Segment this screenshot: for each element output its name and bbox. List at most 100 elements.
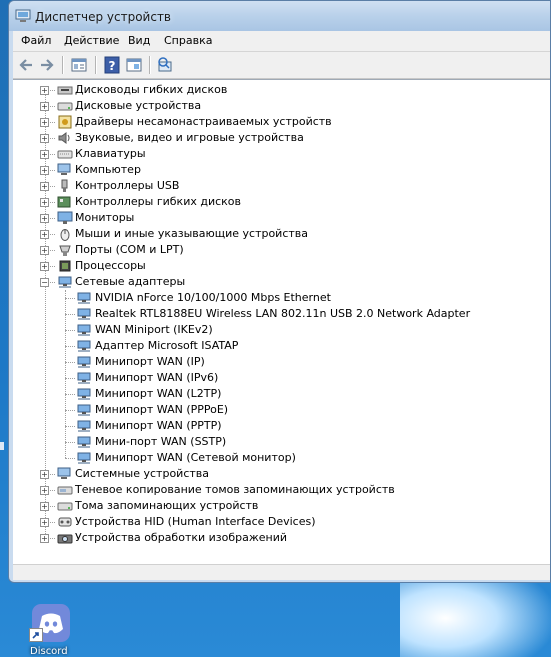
tree-category[interactable]: + Звуковые, видео и игровые устройства xyxy=(13,130,550,146)
show-hidden-icon[interactable] xyxy=(125,56,143,74)
network-adapter-item[interactable]: Мини-порт WAN (SSTP) xyxy=(13,434,550,450)
network-adapter-item[interactable]: NVIDIA nForce 10/100/1000 Mbps Ethernet xyxy=(13,290,550,306)
device-manager-icon xyxy=(15,9,31,22)
expand-toggle[interactable]: + xyxy=(40,470,49,479)
toolbar-separator xyxy=(149,56,151,74)
expand-toggle[interactable]: + xyxy=(40,198,49,207)
tree-category-expanded[interactable]: − Сетевые адаптеры xyxy=(13,274,550,290)
network-adapter-item[interactable]: WAN Miniport (IKEv2) xyxy=(13,322,550,338)
tree-category[interactable]: + Порты (COM и LPT) xyxy=(13,242,550,258)
network-adapter-item[interactable]: Минипорт WAN (PPTP) xyxy=(13,418,550,434)
menu-file[interactable]: Файл xyxy=(21,34,51,47)
back-icon[interactable] xyxy=(17,56,35,74)
processor-icon xyxy=(59,260,71,272)
tree-category[interactable]: + Теневое копирование томов запоминающих… xyxy=(13,482,550,498)
tree-category-label: Звуковые, видео и игровые устройства xyxy=(75,131,304,144)
title-bar[interactable]: Диспетчер устройств xyxy=(9,1,550,31)
network-adapter-item[interactable]: Минипорт WAN (IP) xyxy=(13,354,550,370)
tree-category[interactable]: + Драйверы несамонастраиваемых устройств xyxy=(13,114,550,130)
network-adapter-item[interactable]: Адаптер Microsoft ISATAP xyxy=(13,338,550,354)
network-adapter-item[interactable]: Минипорт WAN (Сетевой монитор) xyxy=(13,450,550,466)
expand-toggle[interactable]: + xyxy=(40,214,49,223)
expand-toggle[interactable]: + xyxy=(40,518,49,527)
device-label: Мини-порт WAN (SSTP) xyxy=(95,435,227,448)
expand-toggle[interactable]: + xyxy=(40,118,49,127)
device-label: Минипорт WAN (Сетевой монитор) xyxy=(95,451,296,464)
tree-category-label: Устройства HID (Human Interface Devices) xyxy=(75,515,316,528)
tree-category[interactable]: + Клавиатуры xyxy=(13,146,550,162)
expand-toggle[interactable]: + xyxy=(40,134,49,143)
network-adapter-icon xyxy=(77,404,91,416)
non-pnp-driver-icon xyxy=(58,115,72,129)
collapse-toggle[interactable]: − xyxy=(40,278,49,287)
device-label: Минипорт WAN (IPv6) xyxy=(95,371,219,384)
expand-toggle[interactable]: + xyxy=(40,150,49,159)
tree-category-label: Мониторы xyxy=(75,211,135,224)
tree-category-label: Мыши и иные указывающие устройства xyxy=(75,227,309,240)
network-adapter-icon xyxy=(77,452,91,464)
network-adapter-icon xyxy=(77,372,91,384)
expand-toggle[interactable]: + xyxy=(40,230,49,239)
desktop-edge-fragment xyxy=(0,442,4,450)
imaging-device-icon xyxy=(57,534,73,544)
network-adapter-item[interactable]: Минипорт WAN (PPPoE) xyxy=(13,402,550,418)
system-device-icon xyxy=(57,467,71,479)
network-adapter-icon xyxy=(77,436,91,448)
network-adapter-item[interactable]: Realtek RTL8188EU Wireless LAN 802.11n U… xyxy=(13,306,550,322)
expand-toggle[interactable]: + xyxy=(40,102,49,111)
shortcut-arrow-icon xyxy=(29,628,43,642)
tree-category[interactable]: + Мыши и иные указывающие устройства xyxy=(13,226,550,242)
device-label: Realtek RTL8188EU Wireless LAN 802.11n U… xyxy=(95,307,471,320)
menu-view[interactable]: Вид xyxy=(128,34,150,47)
tree-category[interactable]: + Системные устройства xyxy=(13,466,550,482)
expand-toggle[interactable]: + xyxy=(40,502,49,511)
help-icon[interactable]: ? xyxy=(103,56,121,74)
tree-category[interactable]: + Компьютер xyxy=(13,162,550,178)
device-label: WAN Miniport (IKEv2) xyxy=(95,323,213,336)
forward-icon[interactable] xyxy=(38,56,56,74)
toolbar: ? xyxy=(13,52,550,79)
tree-category-label: Клавиатуры xyxy=(75,147,146,160)
expand-toggle[interactable]: + xyxy=(40,166,49,175)
tree-category[interactable]: + Тома запоминающих устройств xyxy=(13,498,550,514)
network-adapter-item[interactable]: Минипорт WAN (IPv6) xyxy=(13,370,550,386)
expand-toggle[interactable]: + xyxy=(40,534,49,543)
network-adapter-icon xyxy=(77,340,91,352)
menu-bar: Файл Действие Вид Справка xyxy=(13,31,550,52)
expand-toggle[interactable]: + xyxy=(40,486,49,495)
menu-action[interactable]: Действие xyxy=(64,34,119,47)
network-adapter-icon xyxy=(77,292,91,304)
scan-hardware-icon[interactable] xyxy=(156,56,174,74)
device-label: Минипорт WAN (PPPoE) xyxy=(95,403,229,416)
expand-toggle[interactable]: + xyxy=(40,182,49,191)
monitor-icon xyxy=(57,211,73,224)
device-label: NVIDIA nForce 10/100/1000 Mbps Ethernet xyxy=(95,291,331,304)
tree-category[interactable]: + Дисковые устройства xyxy=(13,98,550,114)
network-adapter-icon xyxy=(77,356,91,368)
toolbar-separator xyxy=(95,56,97,74)
tree-category[interactable]: + Устройства обработки изображений xyxy=(13,530,550,546)
tree-category[interactable]: + Дисководы гибких дисков xyxy=(13,82,550,98)
expand-toggle[interactable]: + xyxy=(40,86,49,95)
tree-category[interactable]: + Контроллеры USB xyxy=(13,178,550,194)
tree-category[interactable]: + Мониторы xyxy=(13,210,550,226)
expand-toggle[interactable]: + xyxy=(40,246,49,255)
tree-category[interactable]: + Контроллеры гибких дисков xyxy=(13,194,550,210)
tree-category-label: Тома запоминающих устройств xyxy=(75,499,259,512)
tree-category-label: Системные устройства xyxy=(75,467,209,480)
window-title: Диспетчер устройств xyxy=(35,10,172,24)
device-label: Минипорт WAN (PPTP) xyxy=(95,419,222,432)
properties-icon[interactable] xyxy=(70,56,88,74)
expand-toggle[interactable]: + xyxy=(40,262,49,271)
tree-category-label: Дисковые устройства xyxy=(75,99,202,112)
tree-category-label: Компьютер xyxy=(75,163,141,176)
menu-help[interactable]: Справка xyxy=(164,34,212,47)
tree-category-label: Порты (COM и LPT) xyxy=(75,243,184,256)
desktop-shortcut-label[interactable]: Discord xyxy=(30,646,68,657)
tree-category[interactable]: + Процессоры xyxy=(13,258,550,274)
device-tree[interactable]: + Дисководы гибких дисков + Дисковые уст… xyxy=(13,79,550,564)
device-manager-window: Диспетчер устройств Файл Действие Вид Сп… xyxy=(8,0,551,583)
keyboard-icon xyxy=(57,150,73,159)
tree-category[interactable]: + Устройства HID (Human Interface Device… xyxy=(13,514,550,530)
network-adapter-item[interactable]: Минипорт WAN (L2TP) xyxy=(13,386,550,402)
